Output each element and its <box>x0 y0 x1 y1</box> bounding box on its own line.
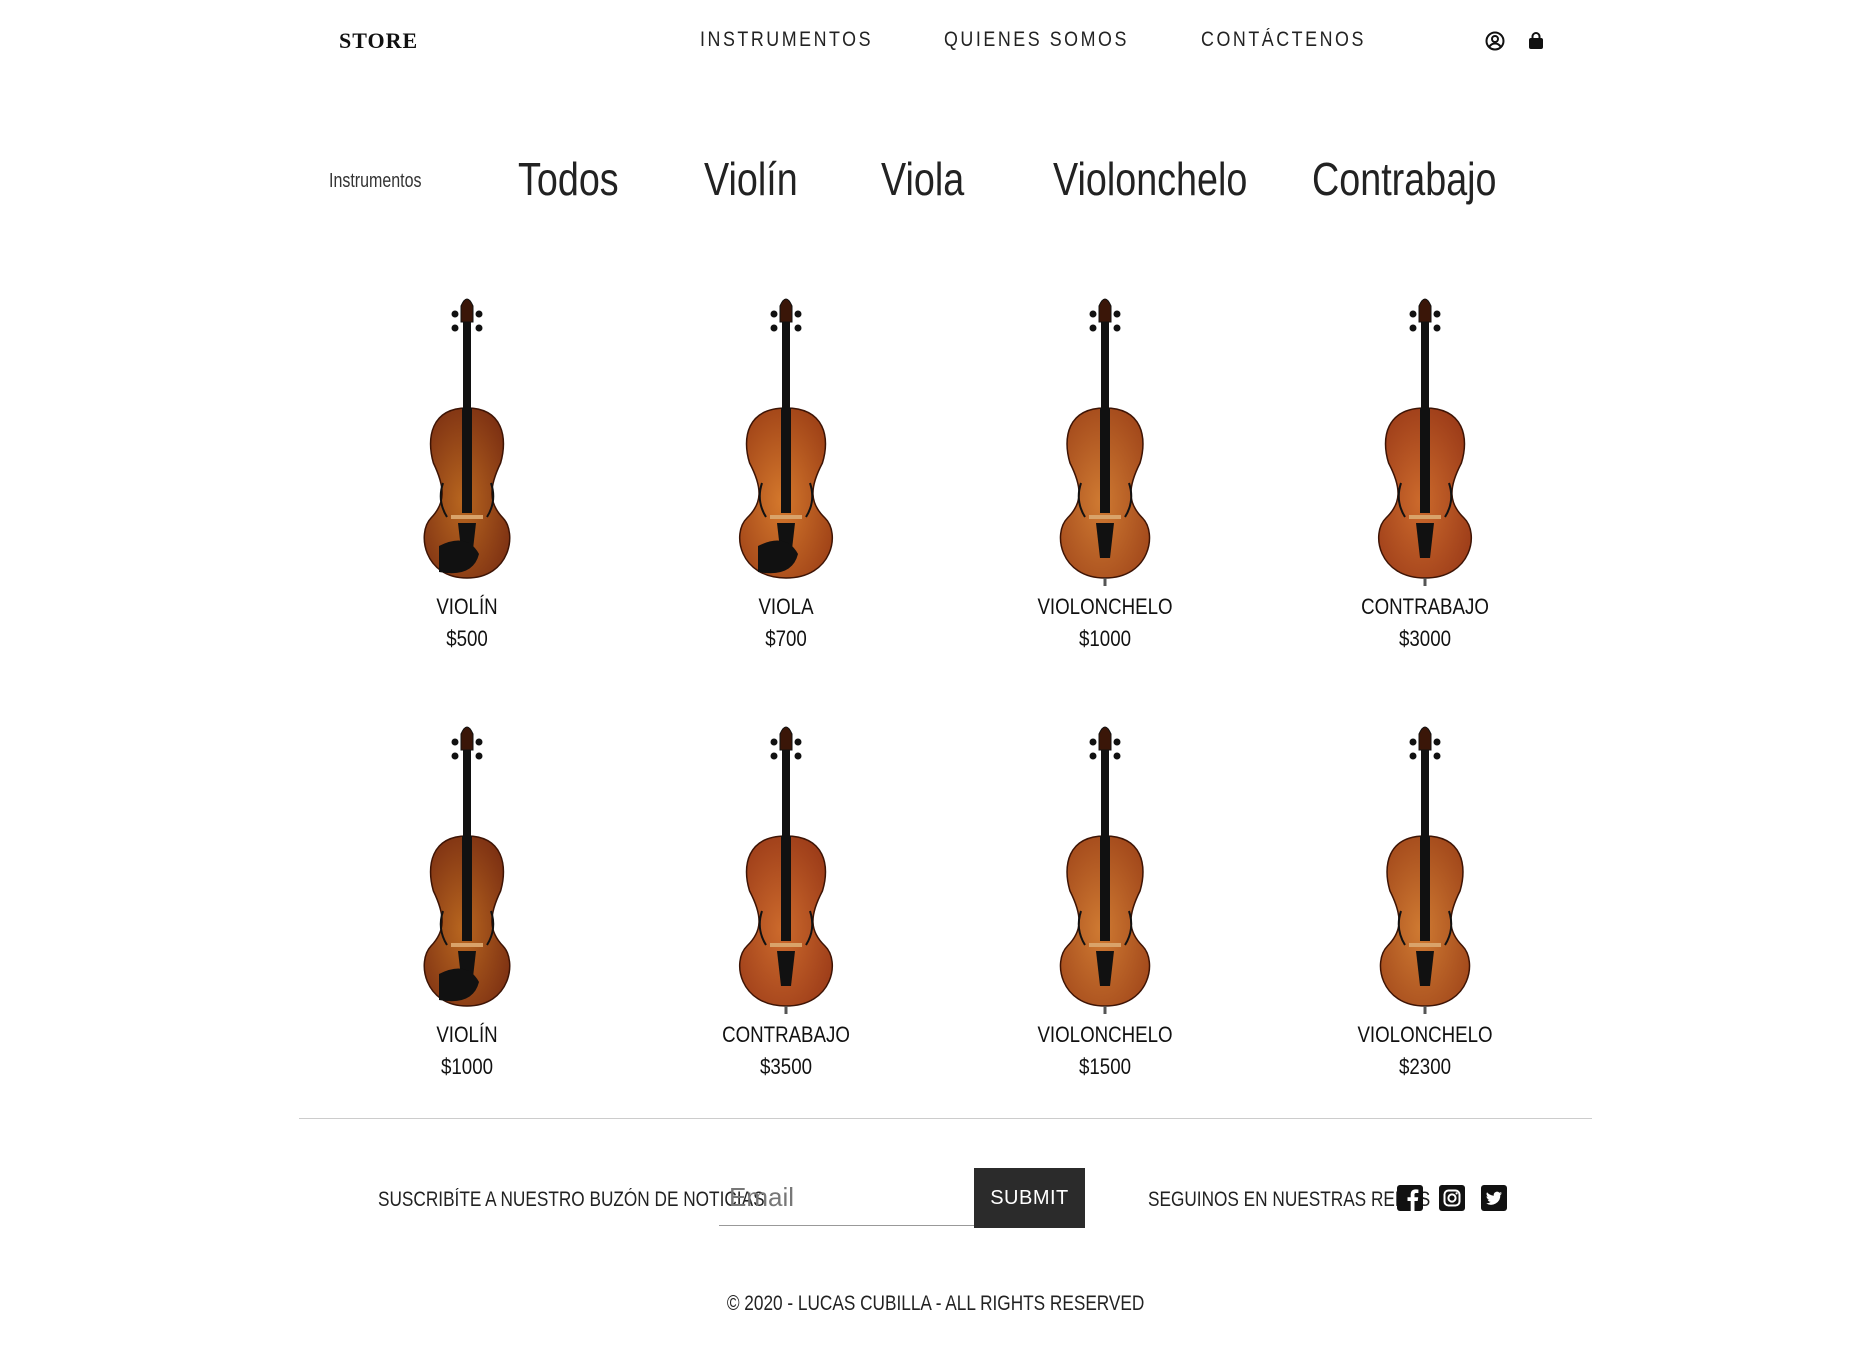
product-image <box>317 716 617 1016</box>
filter-viola[interactable]: Viola <box>881 152 964 206</box>
product-card[interactable]: VIOLÍN $500 <box>317 288 617 652</box>
instagram-icon[interactable] <box>1438 1184 1466 1212</box>
product-card[interactable]: VIOLONCHELO $2300 <box>1275 716 1575 1080</box>
filter-label: Instrumentos <box>329 170 422 192</box>
product-price: $1000 <box>1078 626 1132 651</box>
nav-instrumentos[interactable]: INSTRUMENTOS <box>700 28 873 52</box>
category-filter: Instrumentos Todos Violín Viola Violonch… <box>0 150 1872 220</box>
filter-violin[interactable]: Violín <box>704 152 798 206</box>
product-name: VIOLONCHELO <box>1037 594 1173 619</box>
nav-quienes-somos[interactable]: QUIENES SOMOS <box>944 28 1129 52</box>
product-card[interactable]: VIOLONCHELO $1500 <box>955 716 1255 1080</box>
product-image <box>1275 716 1575 1016</box>
product-name: VIOLONCHELO <box>1357 1022 1493 1047</box>
submit-button[interactable]: SUBMIT <box>974 1168 1085 1228</box>
store-logo[interactable]: STORE <box>339 28 418 54</box>
product-card[interactable]: VIOLONCHELO $1000 <box>955 288 1255 652</box>
product-name: VIOLÍN <box>436 594 498 619</box>
copyright-text: © 2020 - LUCAS CUBILLA - ALL RIGHTS RESE… <box>727 1292 1145 1315</box>
product-image <box>1275 288 1575 588</box>
product-price: $700 <box>765 626 807 651</box>
product-image <box>636 288 936 588</box>
twitter-icon[interactable] <box>1480 1184 1508 1212</box>
product-image <box>317 288 617 588</box>
product-image <box>955 288 1255 588</box>
product-image <box>955 716 1255 1016</box>
social-links <box>1396 1184 1508 1212</box>
facebook-icon[interactable] <box>1396 1184 1424 1212</box>
product-card[interactable]: VIOLA $700 <box>636 288 936 652</box>
product-price: $500 <box>446 626 488 651</box>
product-name: CONTRABAJO <box>1361 594 1489 619</box>
copyright: © 2020 - LUCAS CUBILLA - ALL RIGHTS RESE… <box>0 1292 1872 1316</box>
product-price: $2300 <box>1398 1054 1452 1079</box>
header-icons <box>1484 30 1547 52</box>
user-icon[interactable] <box>1484 30 1506 52</box>
product-card[interactable]: VIOLÍN $1000 <box>317 716 617 1080</box>
social-label: SEGUINOS EN NUESTRAS REDES <box>1148 1188 1431 1211</box>
shopping-bag-icon[interactable] <box>1525 30 1547 52</box>
product-name: VIOLA <box>758 594 814 619</box>
product-name: VIOLÍN <box>436 1022 498 1047</box>
footer-divider <box>299 1118 1592 1119</box>
product-name: CONTRABAJO <box>722 1022 850 1047</box>
product-name: VIOLONCHELO <box>1037 1022 1173 1047</box>
filter-todos[interactable]: Todos <box>518 152 619 206</box>
newsletter-label: SUSCRIBÍTE A NUESTRO BUZÓN DE NOTICIAS <box>378 1188 765 1211</box>
product-price: $1000 <box>440 1054 494 1079</box>
main-nav: INSTRUMENTOS QUIENES SOMOS CONTÁCTENOS <box>700 28 1395 52</box>
site-header: STORE INSTRUMENTOS QUIENES SOMOS CONTÁCT… <box>0 0 1872 84</box>
product-image <box>636 716 936 1016</box>
nav-contactenos[interactable]: CONTÁCTENOS <box>1201 28 1366 52</box>
filter-contrabajo[interactable]: Contrabajo <box>1312 152 1497 206</box>
product-price: $1500 <box>1078 1054 1132 1079</box>
filter-violonchelo[interactable]: Violonchelo <box>1053 152 1247 206</box>
product-price: $3000 <box>1398 626 1452 651</box>
product-card[interactable]: CONTRABAJO $3500 <box>636 716 936 1080</box>
product-price: $3500 <box>759 1054 813 1079</box>
product-card[interactable]: CONTRABAJO $3000 <box>1275 288 1575 652</box>
email-field[interactable] <box>719 1170 974 1226</box>
